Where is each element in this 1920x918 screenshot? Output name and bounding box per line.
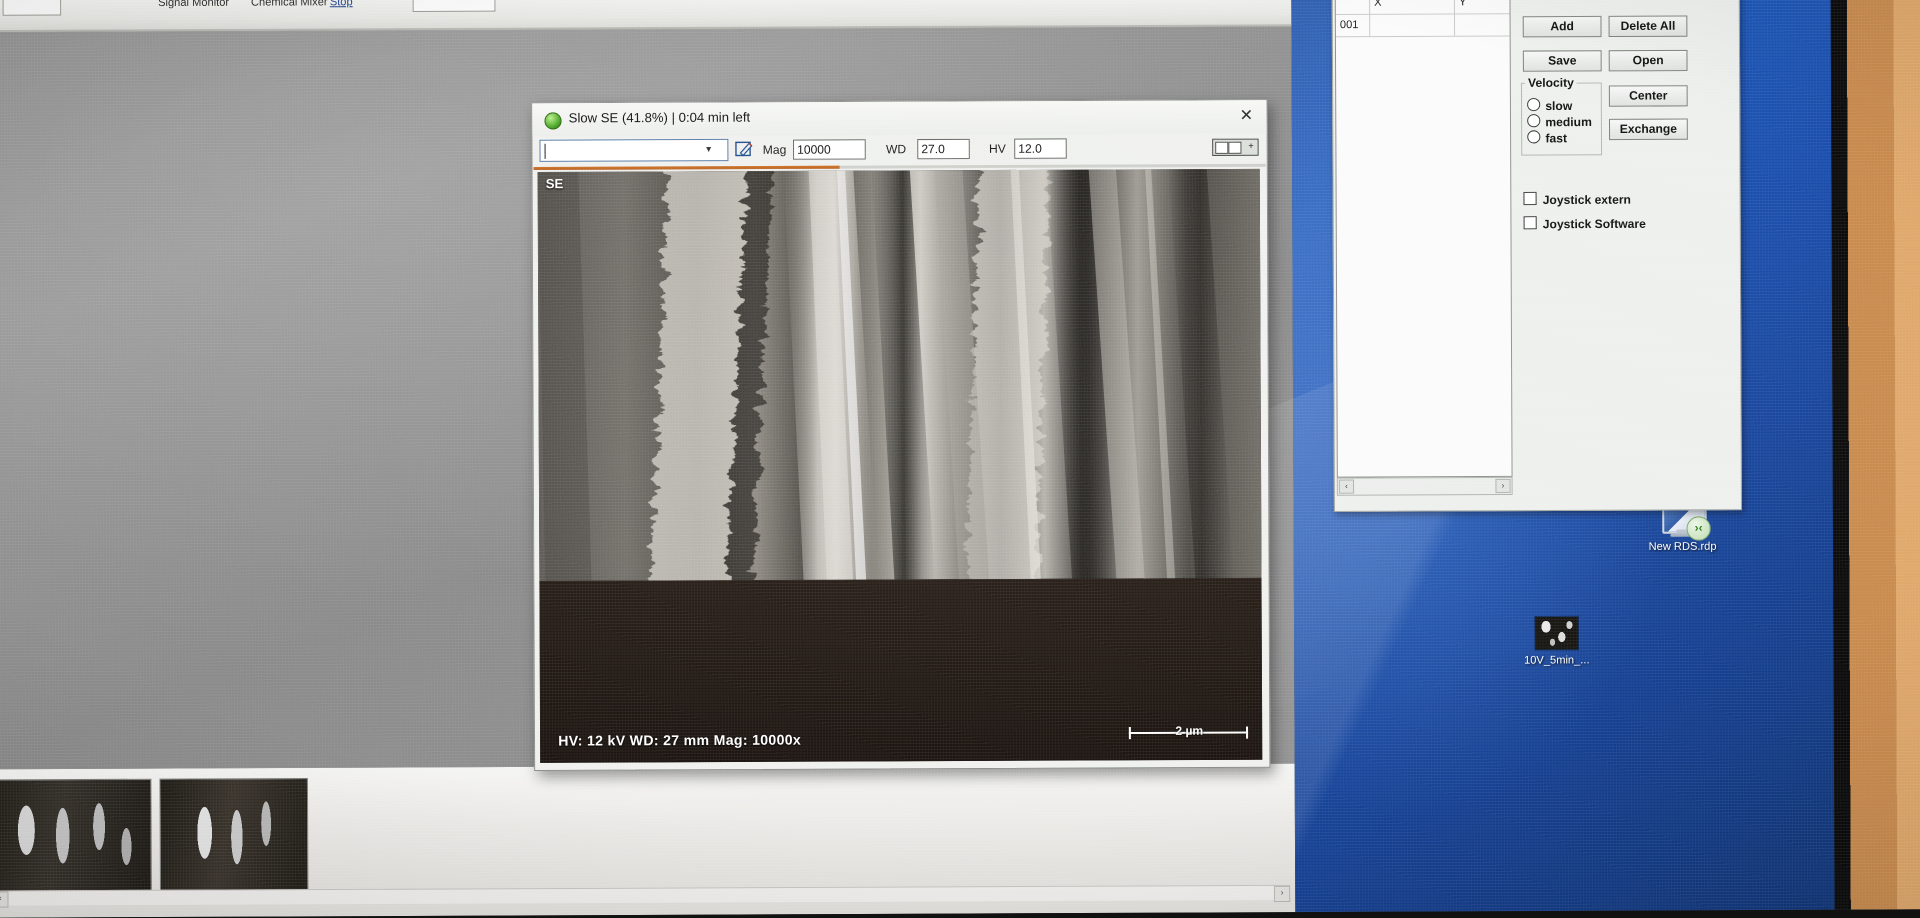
image-info-caption: HV: 12 kV WD: 27 mm Mag: 10000x	[558, 731, 802, 749]
text-cursor	[544, 143, 546, 159]
close-icon[interactable]: ✕	[1236, 106, 1256, 126]
radio-label: fast	[1545, 131, 1568, 146]
table-row[interactable]: 001	[1335, 13, 1510, 38]
toolbar-box-1[interactable]	[2, 0, 62, 16]
mag-label: Mag	[762, 142, 787, 157]
col-header-id	[1335, 0, 1371, 15]
acquisition-toolbar: ▾ Mag 10000 WD 27.0 HV 12.0 +	[532, 133, 1266, 168]
scroll-right-icon[interactable]: ›	[1495, 478, 1511, 494]
hv-label: HV	[988, 141, 1006, 156]
desktop-icon-image-file[interactable]: 10V_5min_...	[1501, 615, 1612, 668]
checkbox-label: Joystick Software	[1542, 216, 1646, 232]
radio-slow[interactable]: slow	[1527, 97, 1573, 114]
toolbar-label-1: Chemical Mixer	[250, 0, 328, 9]
wd-field[interactable]: 27.0	[917, 138, 970, 160]
chevron-down-icon: ▾	[706, 143, 712, 156]
thumbnail-filmstrip: ‹ ›	[0, 763, 1296, 918]
wd-label: WD	[885, 142, 907, 157]
edit-pencil-icon[interactable]	[734, 140, 753, 159]
scroll-left-icon[interactable]: ‹	[0, 891, 9, 908]
cell-y	[1455, 13, 1510, 35]
checkbox-label: Joystick extern	[1542, 192, 1631, 208]
detector-badge: SE	[545, 175, 564, 192]
checkbox-joystick-software[interactable]: Joystick Software	[1523, 216, 1646, 232]
radio-medium[interactable]: medium	[1527, 114, 1592, 129]
col-header-y: Y	[1458, 0, 1467, 9]
radio-icon	[1527, 114, 1541, 128]
image-file-icon	[1501, 615, 1612, 651]
radio-label: slow	[1545, 98, 1573, 114]
scale-bar-label: 2 µm	[1175, 723, 1204, 738]
checkbox-icon	[1523, 216, 1537, 230]
toolbar-stop-link[interactable]: Stop	[330, 0, 353, 8]
stage-table-scrollbar[interactable]: ‹ ›	[1336, 476, 1513, 496]
radio-label: medium	[1545, 114, 1592, 130]
progress-fill	[533, 165, 840, 171]
cell-x	[1370, 13, 1456, 37]
desktop-icon-label: 10V_5min_...	[1524, 654, 1590, 667]
stage-position-table[interactable]: X Y 001	[1334, 0, 1513, 478]
list-item[interactable]	[159, 778, 309, 892]
checkbox-icon	[1523, 191, 1537, 206]
sem-image-canvas[interactable]: SE HV: 12 kV WD: 27 mm Mag: 10000x 2 µm	[537, 168, 1263, 763]
cell-id: 001	[1335, 13, 1371, 37]
velocity-group-label: Velocity	[1524, 75, 1577, 90]
list-item[interactable]	[0, 778, 152, 893]
page-title: Slow SE (41.8%) | 0:04 min left	[568, 109, 751, 126]
acquisition-running-icon	[544, 112, 562, 130]
add-button[interactable]: Add	[1522, 15, 1602, 38]
rdp-badge-icon: ›‹	[1686, 516, 1711, 541]
toolbar-box-2[interactable]	[412, 0, 496, 12]
radio-icon	[1527, 130, 1541, 144]
plus-icon: +	[1248, 140, 1254, 151]
scroll-left-icon[interactable]: ‹	[1338, 479, 1355, 494]
center-button[interactable]: Center	[1608, 85, 1688, 107]
radio-fast[interactable]: fast	[1527, 130, 1567, 145]
wall-edge	[1830, 0, 1920, 910]
exchange-button[interactable]: Exchange	[1608, 118, 1688, 141]
save-button[interactable]: Save	[1522, 50, 1602, 72]
radio-icon	[1527, 97, 1541, 112]
mag-field[interactable]: 10000	[792, 139, 866, 160]
col-header-x: X	[1370, 0, 1456, 14]
hv-field[interactable]: 12.0	[1014, 138, 1067, 159]
sem-micrograph	[537, 168, 1262, 603]
open-button[interactable]: Open	[1608, 49, 1688, 72]
delete-all-button[interactable]: Delete All	[1608, 15, 1688, 38]
scale-bar: 2 µm	[1128, 723, 1249, 742]
slow-se-acquisition-window: Slow SE (41.8%) | 0:04 min left ✕ ▾ Mag …	[531, 99, 1271, 771]
preset-select[interactable]: ▾	[539, 138, 729, 162]
scroll-right-icon[interactable]: ›	[1273, 885, 1291, 903]
checkbox-joystick-extern[interactable]: Joystick extern	[1523, 191, 1631, 207]
window-titlebar[interactable]: Slow SE (41.8%) | 0:04 min left ✕	[532, 100, 1267, 137]
stage-control-window: X Y 001 ‹ › Add Delete All Save Open Cen…	[1331, 0, 1742, 512]
monitor-photo: Signal Monitor Chemical Mixer Stop ‹ › ›…	[0, 0, 1920, 918]
toolbar-label-0: Signal Monitor	[158, 0, 230, 10]
split-view-icon[interactable]: +	[1212, 138, 1259, 156]
desktop-icon-label: New RDS.rdp	[1648, 540, 1717, 554]
